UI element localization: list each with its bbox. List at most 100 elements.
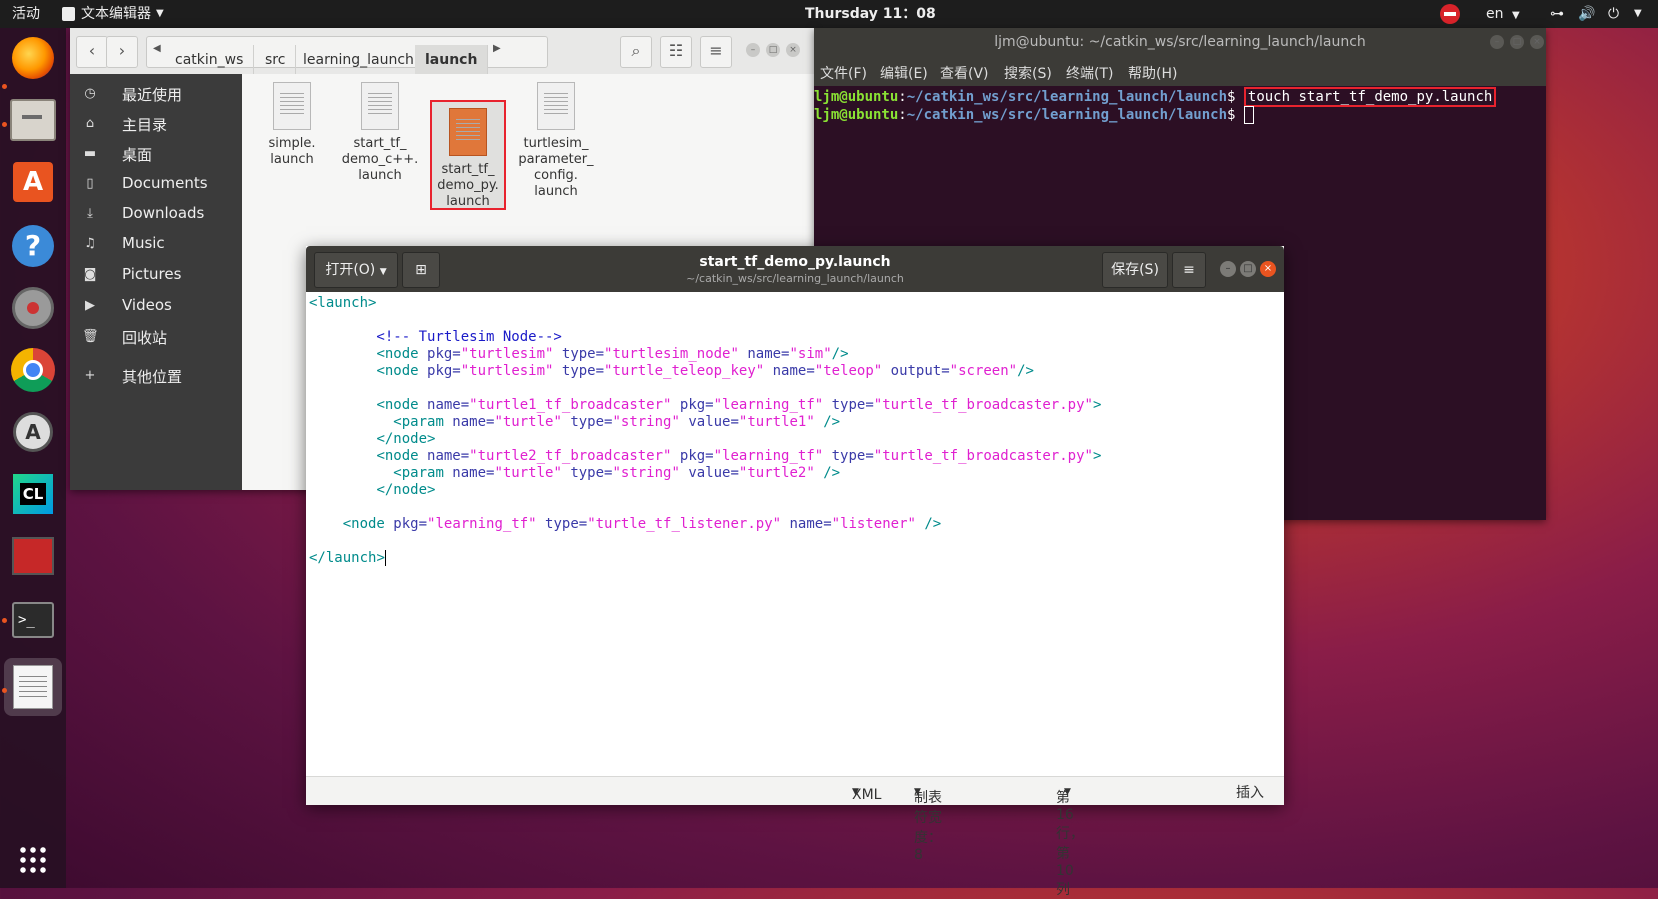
software-center-icon[interactable]: A [9, 158, 57, 206]
running-indicator [2, 122, 7, 127]
sidebar-item-other-locations[interactable]: + 其他位置 [70, 360, 242, 392]
cursor-position-label: 第 16 行，第 10 列 [1056, 790, 1084, 898]
terminator-icon[interactable] [9, 532, 57, 580]
minimize-button[interactable]: – [1490, 35, 1504, 49]
terminal-icon[interactable]: >_ [9, 596, 57, 644]
software-updater-icon[interactable]: A [9, 408, 57, 456]
home-icon: ⌂ [85, 116, 95, 131]
prompt-path: ~/catkin_ws/src/learning_launch/launch [906, 89, 1228, 105]
minimize-button[interactable]: – [1220, 261, 1236, 277]
maximize-button[interactable]: □ [1240, 261, 1256, 277]
chevron-down-icon[interactable]: ▼ [1634, 0, 1642, 28]
status-bar: XML ▼ 制表符宽度：8 ▼ 第 16 行，第 10 列 ▼ 插入 [306, 776, 1284, 898]
code-line[interactable]: <node pkg="turtlesim" type="turtlesim_no… [309, 345, 848, 363]
code-line[interactable]: <node pkg="learning_tf" type="turtle_tf_… [309, 515, 942, 533]
activities-button[interactable]: 活动 [12, 0, 40, 28]
clock[interactable]: Thursday 11：08 [805, 0, 936, 28]
menu-file[interactable]: 文件(F) [820, 63, 867, 83]
sidebar-item-desktop[interactable]: ▬ 桌面 [70, 138, 242, 170]
file-name-line: launch [534, 184, 578, 199]
firefox-icon[interactable] [9, 34, 57, 82]
menu-button[interactable]: ≡ [700, 36, 732, 68]
running-indicator [2, 84, 7, 89]
language-label: en [1486, 6, 1504, 22]
help-icon[interactable]: ? [9, 222, 57, 270]
chevron-down-icon: ▼ [1511, 10, 1520, 21]
menu-help[interactable]: 帮助(H) [1128, 63, 1177, 83]
clock-icon: ◷ [84, 86, 96, 101]
menu-view[interactable]: 查看(V) [940, 63, 989, 83]
sidebar-item-pictures[interactable]: ◙ Pictures [70, 259, 242, 291]
back-button[interactable]: ‹ [76, 36, 108, 68]
sidebar-item-music[interactable]: ♫ Music [70, 228, 242, 260]
forward-button[interactable]: › [106, 36, 138, 68]
volume-icon[interactable]: 🔊 [1578, 0, 1595, 28]
menu-search[interactable]: 搜索(S) [1004, 63, 1052, 83]
sidebar-item-videos[interactable]: ▶ Videos [70, 290, 242, 322]
text-editor-icon[interactable] [4, 658, 62, 716]
tab-width-label: 制表符宽度：8 [914, 790, 942, 863]
terminal-line[interactable]: ljm@ubuntu:~/catkin_ws/src/learning_laun… [814, 106, 1254, 124]
code-line[interactable]: </node> [309, 430, 435, 448]
maximize-button[interactable]: □ [766, 43, 780, 57]
chrome-icon[interactable] [9, 346, 57, 394]
sidebar-item-downloads[interactable]: ⤓ Downloads [70, 198, 242, 230]
text-cursor [384, 550, 386, 566]
menu-button[interactable]: ≡ [1172, 252, 1206, 288]
close-button[interactable]: × [786, 43, 800, 57]
breadcrumb-catkin-ws[interactable]: catkin_ws [165, 45, 255, 75]
minimize-button[interactable]: – [746, 43, 760, 57]
view-options-button[interactable]: ☷ [660, 36, 692, 68]
breadcrumb-launch[interactable]: launch [415, 45, 489, 75]
sidebar-item-home[interactable]: ⌂ 主目录 [70, 108, 242, 140]
file-item[interactable]: simple. launch [250, 82, 334, 168]
code-line[interactable]: <node pkg="turtlesim" type="turtle_teleo… [309, 362, 1034, 380]
code-line[interactable]: <!-- Turtlesim Node--> [309, 328, 561, 346]
code-line[interactable]: <node name="turtle1_tf_broadcaster" pkg=… [309, 396, 1101, 414]
insert-mode[interactable]: 插入 [1236, 782, 1264, 802]
breadcrumb-left-arrow[interactable]: ◀ [153, 43, 161, 54]
menu-edit[interactable]: 编辑(E) [880, 63, 928, 83]
code-line[interactable]: <param name="turtle" type="string" value… [309, 464, 840, 482]
breadcrumb-right-arrow[interactable]: ▶ [493, 43, 501, 54]
dock: A ? A CL >_ [0, 28, 66, 888]
file-name-line: launch [446, 194, 490, 209]
breadcrumb-src[interactable]: src [255, 45, 297, 75]
no-entry-icon[interactable] [1440, 4, 1460, 24]
language-indicator[interactable]: en ▼ [1486, 0, 1520, 28]
file-item-selected[interactable]: start_tf_ demo_py. launch [430, 100, 506, 210]
menu-terminal[interactable]: 终端(T) [1066, 63, 1113, 83]
clion-icon[interactable]: CL [9, 470, 57, 518]
network-icon[interactable]: ⊶ [1550, 0, 1564, 28]
close-button[interactable]: × [1260, 261, 1276, 277]
power-icon[interactable]: ⏻ [1608, 0, 1619, 28]
sidebar-item-recent[interactable]: ◷ 最近使用 [70, 78, 242, 110]
files-icon[interactable] [9, 96, 57, 144]
sidebar-item-label: 其他位置 [122, 368, 183, 386]
show-applications-icon[interactable] [9, 836, 57, 884]
breadcrumb: ◀ catkin_ws src learning_launch launch ▶ [146, 36, 548, 75]
maximize-button[interactable]: □ [1510, 35, 1524, 49]
text-file-icon [361, 82, 399, 130]
settings-icon[interactable] [9, 284, 57, 332]
running-indicator [2, 688, 7, 693]
code-line[interactable]: <node name="turtle2_tf_broadcaster" pkg=… [309, 447, 1101, 465]
code-line[interactable]: </node> [309, 481, 435, 499]
text-editor-icon [62, 7, 75, 21]
code-line[interactable]: <launch> [309, 294, 376, 312]
breadcrumb-learning-launch[interactable]: learning_launch [293, 45, 425, 75]
text-editor-header: 打开(O) ▼ ⊞ start_tf_demo_py.launch ~/catk… [306, 246, 1284, 292]
code-line[interactable]: <param name="turtle" type="string" value… [309, 413, 840, 431]
sidebar-item-documents[interactable]: ▯ Documents [70, 168, 242, 200]
code-line[interactable]: </launch> [309, 549, 386, 567]
file-item[interactable]: start_tf_ demo_c++. launch [338, 82, 422, 184]
close-button[interactable]: × [1530, 35, 1544, 49]
app-menu[interactable]: 文本编辑器 ▼ [62, 0, 164, 28]
file-item[interactable]: turtlesim_ parameter_ config. launch [514, 82, 598, 200]
save-button[interactable]: 保存(S) [1102, 252, 1168, 288]
document-icon: ▯ [86, 176, 94, 191]
search-button[interactable]: ⌕ [620, 36, 652, 68]
code-editor[interactable]: <launch> <!-- Turtlesim Node--> <node pk… [306, 294, 1284, 776]
file-name-line: demo_c++. [341, 152, 419, 167]
sidebar-item-trash[interactable]: 🗑 回收站 [70, 321, 242, 353]
